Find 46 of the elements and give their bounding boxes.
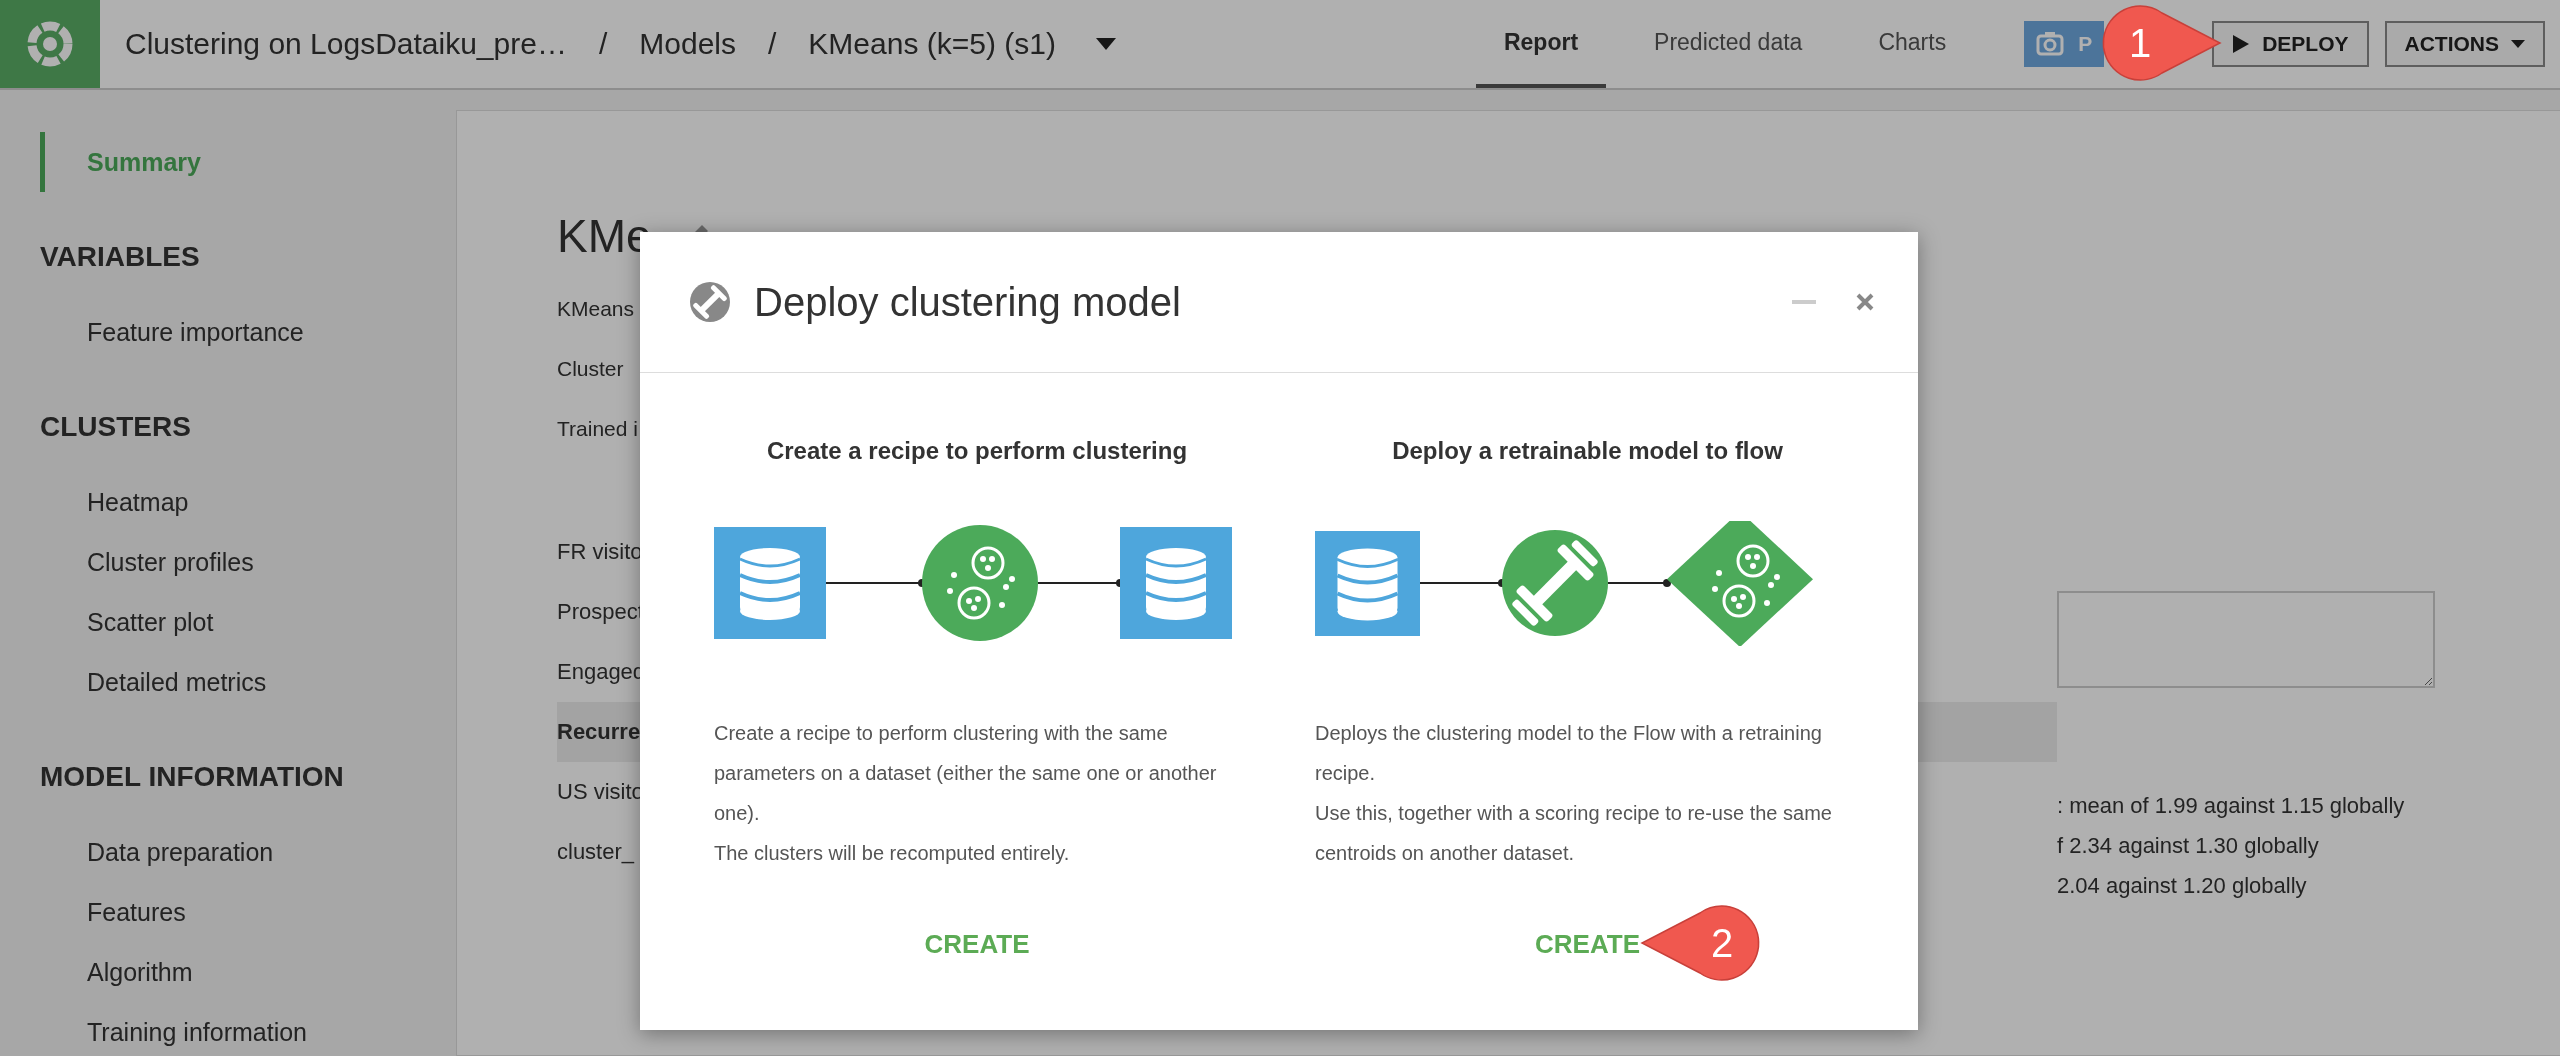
- sidebar-item[interactable]: Detailed metrics: [0, 652, 448, 712]
- breadcrumb-link[interactable]: Models: [639, 27, 736, 61]
- option-heading: Deploy a retrainable model to flow: [1391, 436, 1784, 466]
- info-line: KMeans: [557, 296, 635, 322]
- option-description: Use this, together with a scoring recipe to re-use the same centroids on another dataset.: [1315, 801, 1833, 866]
- callout-badge: 2: [1640, 903, 1762, 983]
- sidebar-item[interactable]: Training information: [0, 1002, 448, 1056]
- sidebar-item[interactable]: Scatter plot: [0, 592, 448, 652]
- caret-icon[interactable]: [1095, 38, 1116, 50]
- minimize-icon: [1792, 300, 1816, 304]
- sidebar-item[interactable]: Heatmap: [0, 472, 448, 532]
- info-line: Cluster: [557, 356, 624, 382]
- section-heading: CLUSTERS: [40, 410, 192, 444]
- close-icon: [1856, 293, 1874, 311]
- tab[interactable]: Predicted data: [1626, 0, 1831, 88]
- ring-icon: [25, 19, 75, 69]
- dialog-title: Deploy clustering model: [754, 279, 1181, 325]
- notes-field[interactable]: [2057, 591, 2435, 688]
- tab[interactable]: Report: [1475, 0, 1607, 88]
- cluster-note: : mean of 1.99 against 1.15 globally: [2057, 792, 2406, 820]
- section-heading: VARIABLES: [40, 240, 201, 274]
- breadcrumb-separator: /: [598, 27, 608, 61]
- logo-tile[interactable]: [0, 0, 100, 88]
- caret-icon: [2511, 40, 2525, 48]
- cluster-note: f 2.34 against 1.30 globally: [2057, 832, 2320, 860]
- sidebar-item[interactable]: Cluster profiles: [0, 532, 448, 592]
- info-line: Trained i: [557, 416, 638, 442]
- section-heading: MODEL INFORMATION: [40, 760, 345, 794]
- breadcrumb-link[interactable]: Clustering on LogsDataiku_pre…: [125, 27, 567, 61]
- tab[interactable]: Charts: [1850, 0, 1975, 88]
- dumbbell-icon: [690, 282, 730, 322]
- deploy-button[interactable]: DEPLOY: [2212, 21, 2369, 67]
- sidebar-item[interactable]: Algorithm: [0, 942, 448, 1002]
- breadcrumb-link[interactable]: KMeans (k=5) (s1): [808, 27, 1056, 61]
- sidebar-item[interactable]: Data preparation: [0, 822, 448, 882]
- play-icon: [2232, 34, 2251, 54]
- cluster-note: 2.04 against 1.20 globally: [2057, 872, 2308, 900]
- callout-badge: 1: [2100, 3, 2222, 83]
- option-heading: Create a recipe to perform clustering: [765, 436, 1189, 466]
- option-description: Deploys the clustering model to the Flow with a retraining recipe.: [1315, 721, 1823, 786]
- actions-button[interactable]: ACTIONS: [2384, 21, 2545, 67]
- sidebar-item[interactable]: Feature importance: [0, 302, 448, 362]
- option-description: Create a recipe to perform clustering with the same parameters on a dataset (either the same one or another one).: [714, 721, 1218, 826]
- option-description: The clusters will be recomputed entirely.: [714, 841, 1071, 866]
- sidebar-item[interactable]: Features: [0, 882, 448, 942]
- breadcrumb-separator: /: [768, 27, 777, 61]
